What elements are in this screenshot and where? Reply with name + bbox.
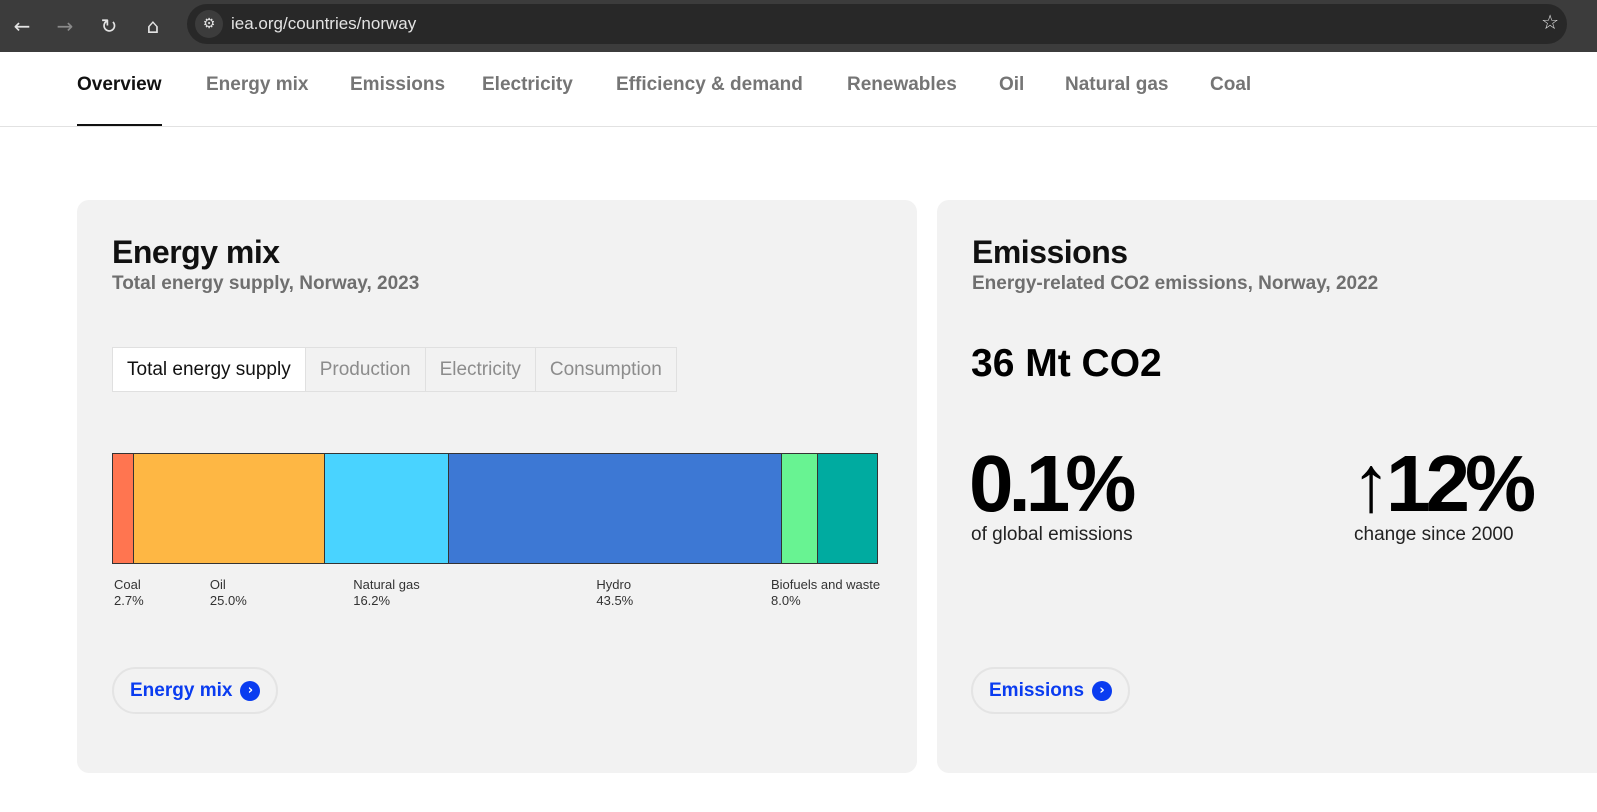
energy-mix-card: Energy mix Total energy supply, Norway, … — [77, 200, 917, 773]
segment-value: 2.7% — [114, 593, 144, 608]
nav-renewables[interactable]: Renewables — [847, 74, 957, 126]
button-label: Energy mix — [130, 679, 233, 701]
chevron-right-icon: › — [240, 680, 261, 701]
chevron-right-icon: › — [1092, 680, 1113, 701]
segment-value: 25.0% — [209, 593, 247, 608]
change-label: change since 2000 — [1354, 524, 1514, 545]
url-text[interactable]: iea.org/countries/norway — [231, 14, 416, 34]
nav-natural-gas[interactable]: Natural gas — [1065, 74, 1168, 126]
nav-energy-mix[interactable]: Energy mix — [206, 74, 308, 126]
home-icon[interactable]: ⌂ — [139, 12, 167, 40]
card-subtitle: Total energy supply, Norway, 2023 — [112, 273, 420, 294]
segment-label: Biofuels and waste 8.0% — [771, 577, 880, 609]
segment-value: 43.5% — [596, 593, 634, 608]
nav-overview[interactable]: Overview — [77, 74, 162, 126]
total-emissions: 36 Mt CO2 — [971, 342, 1162, 385]
segment-label: Coal 2.7% — [114, 577, 144, 609]
card-subtitle: Energy-related CO2 emissions, Norway, 20… — [972, 273, 1379, 294]
segment-name: Hydro — [596, 577, 632, 592]
segment-value: 16.2% — [353, 593, 391, 608]
nav-oil[interactable]: Oil — [999, 74, 1024, 126]
segment-label: Natural gas 16.2% — [353, 577, 419, 609]
address-bar[interactable]: ⚙ iea.org/countries/norway ☆ — [187, 4, 1567, 44]
energy-mix-stacked-bar — [112, 453, 878, 564]
bar-segment-coal[interactable] — [112, 453, 133, 564]
nav-emissions[interactable]: Emissions — [350, 74, 445, 126]
browser-toolbar: ← → ↻ ⌂ ⚙ iea.org/countries/norway ☆ — [0, 0, 1597, 52]
reload-icon[interactable]: ↻ — [95, 12, 123, 40]
star-icon[interactable]: ☆ — [1541, 10, 1559, 34]
segment-name: Natural gas — [353, 577, 420, 592]
change-value: ↑12% — [1351, 439, 1536, 528]
nav-efficiency-demand[interactable]: Efficiency & demand — [616, 74, 803, 126]
segment-name: Biofuels and waste — [771, 577, 881, 592]
emissions-card: Emissions Energy-related CO2 emissions, … — [937, 200, 1597, 773]
site-settings-icon[interactable]: ⚙ — [195, 10, 223, 38]
segment-label: Oil 25.0% — [210, 577, 247, 609]
segment-value: 8.0% — [771, 593, 801, 608]
back-icon[interactable]: ← — [8, 12, 36, 40]
segment-name: Coal — [114, 577, 141, 592]
global-share-label: of global emissions — [971, 524, 1133, 545]
nav-coal[interactable]: Coal — [1210, 74, 1251, 126]
nav-electricity[interactable]: Electricity — [482, 74, 573, 126]
tab-electricity[interactable]: Electricity — [426, 348, 536, 391]
country-nav: Overview Energy mix Emissions Electricit… — [0, 52, 1597, 127]
energy-mix-link-button[interactable]: Energy mix › — [112, 667, 279, 714]
tab-total-energy-supply[interactable]: Total energy supply — [113, 348, 306, 391]
segment-label: Hydro 43.5% — [596, 577, 633, 609]
bar-segment-other[interactable] — [781, 453, 817, 564]
emissions-link-button[interactable]: Emissions › — [971, 667, 1131, 714]
segment-name: Oil — [209, 577, 226, 592]
bar-segment-oil[interactable] — [132, 453, 325, 564]
bar-segment-hydro[interactable] — [448, 453, 782, 564]
tab-production[interactable]: Production — [306, 348, 426, 391]
bar-segment-natural-gas[interactable] — [324, 453, 449, 564]
button-label: Emissions — [989, 679, 1085, 701]
tab-consumption[interactable]: Consumption — [536, 348, 676, 391]
forward-icon[interactable]: → — [51, 12, 79, 40]
bar-segment-biofuels-and-waste[interactable] — [816, 453, 878, 564]
energy-mix-tabs: Total energy supply Production Electrici… — [112, 347, 677, 392]
card-title: Emissions — [972, 234, 1128, 270]
global-share-value: 0.1% — [969, 439, 1136, 528]
card-title: Energy mix — [112, 234, 280, 270]
